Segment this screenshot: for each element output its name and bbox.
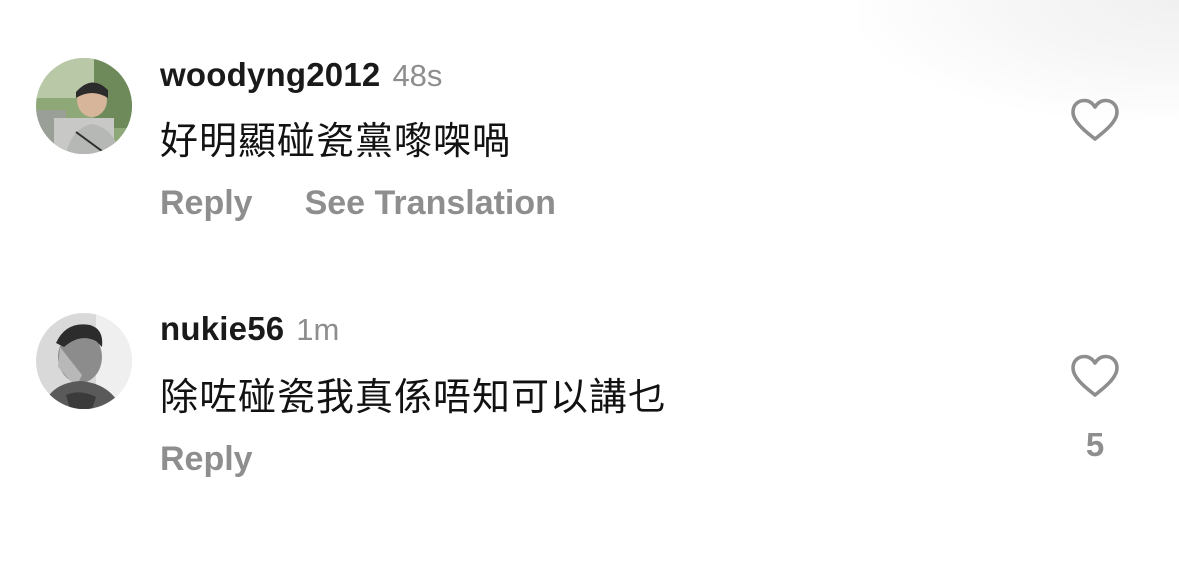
reply-button[interactable]: Reply <box>160 184 253 223</box>
like-count: 5 <box>1085 426 1105 463</box>
avatar[interactable] <box>36 58 132 154</box>
reply-button[interactable]: Reply <box>160 440 253 479</box>
timestamp: 1m <box>296 312 340 347</box>
avatar[interactable] <box>36 313 132 409</box>
comment-item: nukie56 1m 除咗碰瓷我真係唔知可以講乜 Reply 5 <box>0 260 1179 564</box>
username[interactable]: woodyng2012 <box>160 56 380 94</box>
comment-text: 除咗碰瓷我真係唔知可以講乜 <box>160 377 668 419</box>
comments-section: woodyng2012 48s 好明顯碰瓷黨嚟㗎喎 Reply See Tran… <box>0 0 1179 564</box>
timestamp: 48s <box>392 58 443 93</box>
comment-text: 好明顯碰瓷黨嚟㗎喎 <box>160 121 512 163</box>
like-button[interactable] <box>1069 97 1121 143</box>
heart-outline-icon <box>1071 98 1119 141</box>
avatar-photo <box>36 58 132 154</box>
see-translation-button[interactable]: See Translation <box>305 184 556 223</box>
heart-outline-icon <box>1071 354 1119 397</box>
comment-item: woodyng2012 48s 好明顯碰瓷黨嚟㗎喎 Reply See Tran… <box>0 0 1179 260</box>
like-button[interactable] <box>1069 353 1121 399</box>
comment-actions: Reply See Translation <box>160 184 556 223</box>
username[interactable]: nukie56 <box>160 310 284 348</box>
comment-actions: Reply <box>160 440 253 479</box>
avatar-photo <box>36 313 132 409</box>
comment-meta: nukie56 1m <box>160 310 339 348</box>
comment-meta: woodyng2012 48s <box>160 56 442 94</box>
